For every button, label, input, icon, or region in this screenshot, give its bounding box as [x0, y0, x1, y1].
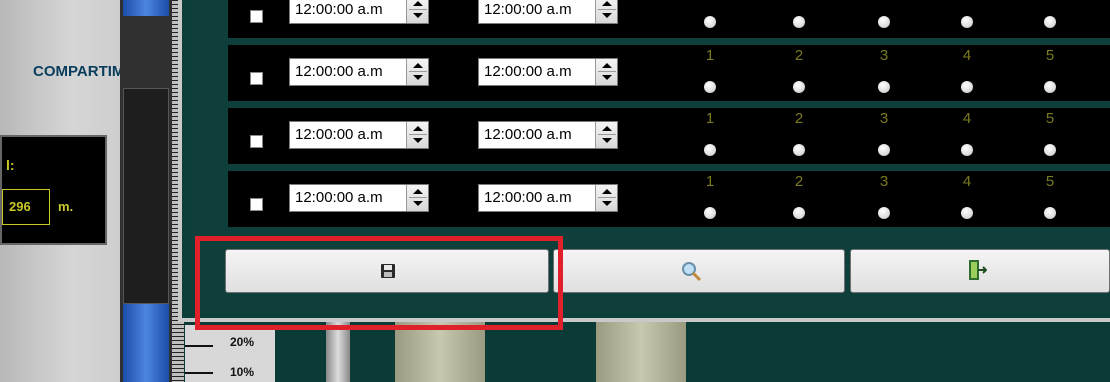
option-radio[interactable] — [704, 207, 716, 219]
chevron-up-icon — [413, 189, 423, 194]
chevron-up-icon — [602, 126, 612, 131]
highlight-box — [195, 236, 563, 330]
chevron-up-icon — [413, 63, 423, 68]
cylinder-tank — [395, 322, 485, 382]
time-spinner[interactable] — [406, 122, 428, 148]
option-radio[interactable] — [961, 144, 973, 156]
option-radio[interactable] — [793, 144, 805, 156]
chevron-down-icon — [413, 13, 423, 18]
tank-gauge — [120, 0, 172, 382]
time-spinner[interactable] — [595, 122, 617, 148]
end-time-input[interactable]: 12:00:00 a.m — [478, 184, 618, 212]
time-value: 12:00:00 a.m — [295, 63, 383, 80]
option-number: 5 — [1045, 110, 1055, 127]
option-radio[interactable] — [961, 81, 973, 93]
chevron-up-icon — [602, 189, 612, 194]
scale-tick — [185, 345, 213, 347]
chevron-up-icon — [602, 1, 612, 6]
chevron-down-icon — [602, 75, 612, 80]
end-time-input[interactable]: 12:00:00 a.m — [478, 121, 618, 149]
time-value: 12:00:00 a.m — [295, 126, 383, 143]
option-number: 4 — [962, 173, 972, 190]
option-radio[interactable] — [961, 207, 973, 219]
option-number: 2 — [794, 47, 804, 64]
tank-bar — [123, 88, 169, 304]
option-radio[interactable] — [704, 144, 716, 156]
exit-button[interactable] — [850, 249, 1110, 293]
magnifier-icon — [682, 262, 702, 282]
option-number: 1 — [705, 110, 715, 127]
chevron-down-icon — [413, 138, 423, 143]
time-spinner[interactable] — [595, 185, 617, 211]
start-time-input[interactable]: 12:00:00 a.m — [289, 0, 429, 24]
start-time-input[interactable]: 12:00:00 a.m — [289, 121, 429, 149]
chevron-down-icon — [602, 138, 612, 143]
time-spinner[interactable] — [406, 185, 428, 211]
option-radio[interactable] — [1044, 16, 1056, 28]
time-spinner[interactable] — [595, 59, 617, 85]
row-enable-checkbox[interactable] — [250, 135, 263, 148]
level-unit: m. — [58, 199, 74, 214]
start-time-input[interactable]: 12:00:00 a.m — [289, 184, 429, 212]
option-radio[interactable] — [704, 16, 716, 28]
scale-tick — [185, 372, 213, 374]
end-time-input[interactable]: 12:00:00 a.m — [478, 0, 618, 24]
tank-top-fill — [123, 0, 169, 16]
option-number: 1 — [705, 173, 715, 190]
row-enable-checkbox[interactable] — [250, 198, 263, 211]
chevron-up-icon — [413, 1, 423, 6]
option-radio[interactable] — [1044, 144, 1056, 156]
chevron-down-icon — [413, 201, 423, 206]
chevron-up-icon — [602, 63, 612, 68]
option-radio[interactable] — [878, 81, 890, 93]
option-radio[interactable] — [704, 81, 716, 93]
time-value: 12:00:00 a.m — [484, 126, 572, 143]
chevron-up-icon — [413, 126, 423, 131]
percent-label-10: 10% — [230, 365, 255, 379]
option-number: 4 — [962, 47, 972, 64]
option-radio[interactable] — [878, 207, 890, 219]
start-time-input[interactable]: 12:00:00 a.m — [289, 58, 429, 86]
option-number: 2 — [794, 173, 804, 190]
percent-scale: 20% 10% — [185, 325, 275, 382]
search-button[interactable] — [553, 249, 845, 293]
option-number: 2 — [794, 110, 804, 127]
time-spinner[interactable] — [406, 0, 428, 23]
time-value: 12:00:00 a.m — [295, 189, 383, 206]
option-number: 3 — [879, 47, 889, 64]
chevron-down-icon — [413, 75, 423, 80]
time-value: 12:00:00 a.m — [484, 63, 572, 80]
option-number: 3 — [879, 110, 889, 127]
option-radio[interactable] — [961, 16, 973, 28]
time-value: 12:00:00 a.m — [295, 1, 383, 18]
end-time-input[interactable]: 12:00:00 a.m — [478, 58, 618, 86]
level-label: l: — [6, 157, 15, 173]
option-number: 5 — [1045, 173, 1055, 190]
option-number: 5 — [1045, 47, 1055, 64]
time-value: 12:00:00 a.m — [484, 189, 572, 206]
option-number: 1 — [705, 47, 715, 64]
time-spinner[interactable] — [406, 59, 428, 85]
option-number: 3 — [879, 173, 889, 190]
percent-label-20: 20% — [230, 335, 255, 349]
cylinder-tank — [596, 322, 686, 382]
time-value: 12:00:00 a.m — [484, 1, 572, 18]
option-radio[interactable] — [793, 16, 805, 28]
chevron-down-icon — [602, 201, 612, 206]
row-enable-checkbox[interactable] — [250, 10, 263, 23]
option-radio[interactable] — [1044, 81, 1056, 93]
door-exit-icon — [969, 260, 987, 280]
time-spinner[interactable] — [595, 0, 617, 23]
option-radio[interactable] — [1044, 207, 1056, 219]
option-number: 4 — [962, 110, 972, 127]
tank-bottom-fill — [123, 304, 169, 382]
option-radio[interactable] — [793, 207, 805, 219]
option-radio[interactable] — [878, 144, 890, 156]
chevron-down-icon — [602, 13, 612, 18]
level-value: 296 — [2, 189, 50, 225]
row-enable-checkbox[interactable] — [250, 72, 263, 85]
option-radio[interactable] — [793, 81, 805, 93]
option-radio[interactable] — [878, 16, 890, 28]
level-display: l: 296 m. — [0, 135, 107, 245]
